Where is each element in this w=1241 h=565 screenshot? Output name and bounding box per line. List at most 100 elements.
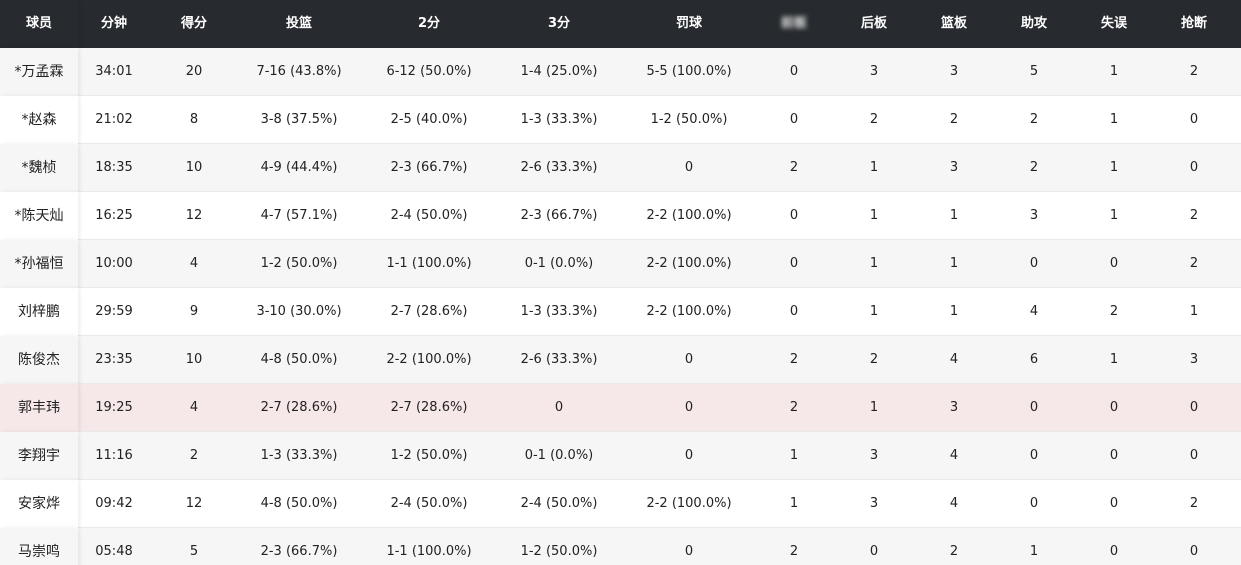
cell-points: 5 [189,544,199,559]
cell-oreb: 2 [789,544,799,559]
cell-two: 1-1 (100.0%) [386,256,472,271]
cell-stl: 2 [1189,496,1199,511]
player-name[interactable]: 刘梓鹏 [0,288,78,336]
cell-three: 0 [554,400,564,415]
cell-points: 20 [185,64,203,79]
column-header-label: 3分 [547,16,571,31]
cell-two: 6-12 (50.0%) [386,64,472,79]
table-row[interactable]: 郭丰玮 19:25 4 2-7 (28.6%) 2-7 (28.6%) 0 0 2 1 3 0 0 0 [0,384,1241,432]
cell-three: 1-4 (25.0%) [520,64,598,79]
cell-tov: 1 [1109,352,1119,367]
cell-ft: 2-2 (100.0%) [646,208,732,223]
cell-tov: 1 [1109,208,1119,223]
box-score-table: 球员 分钟 得分 投篮 2分 3分 罚球 前板 后板 篮板 助攻 失误 抢断 *万孟霖 34:01 20 7-… [0,0,1241,565]
column-header-ast[interactable]: 助攻 [994,0,1074,48]
cell-oreb: 0 [789,64,799,79]
column-header-three[interactable]: 3分 [494,0,624,48]
column-header-ft[interactable]: 罚球 [624,0,754,48]
player-name[interactable]: 安家烨 [0,480,78,528]
cell-minutes: 11:16 [95,448,133,463]
cell-tov: 1 [1109,64,1119,79]
table-row[interactable]: 陈俊杰 23:35 10 4-8 (50.0%) 2-2 (100.0%) 2-6 (33… [0,336,1241,384]
column-header-label: 投篮 [285,16,312,31]
player-name[interactable]: *魏桢 [0,144,78,192]
cell-tov: 0 [1109,448,1119,463]
cell-dreb: 3 [869,448,879,463]
cell-minutes: 19:25 [95,400,133,415]
player-name[interactable]: *孙福恒 [0,240,78,288]
cell-two: 2-3 (66.7%) [390,160,468,175]
column-header-oreb[interactable]: 前板 [754,0,834,48]
cell-minutes: 16:25 [95,208,133,223]
table-row[interactable]: *万孟霖 34:01 20 7-16 (43.8%) 6-12 (50.0%) 1-4 (… [0,48,1241,96]
column-header-points[interactable]: 得分 [154,0,234,48]
player-name[interactable]: *陈天灿 [0,192,78,240]
cell-ft: 2-2 (100.0%) [646,496,732,511]
cell-tov: 0 [1109,544,1119,559]
table-row[interactable]: *孙福恒 10:00 4 1-2 (50.0%) 1-1 (100.0%) 0-1 (0.… [0,240,1241,288]
column-header-tov[interactable]: 失误 [1074,0,1154,48]
table-row[interactable]: *赵森 21:02 8 3-8 (37.5%) 2-5 (40.0%) 1-3 (33.3… [0,96,1241,144]
table-row[interactable]: 安家烨 09:42 12 4-8 (50.0%) 2-4 (50.0%) 2-4 (50.… [0,480,1241,528]
cell-fg: 2-3 (66.7%) [260,544,338,559]
cell-three: 2-6 (33.3%) [520,352,598,367]
cell-reb: 1 [949,304,959,319]
cell-ast: 2 [1029,160,1039,175]
player-name[interactable]: 陈俊杰 [0,336,78,384]
cell-reb: 4 [949,352,959,367]
cell-ast: 0 [1029,496,1039,511]
cell-ft: 0 [684,160,694,175]
player-name[interactable]: *赵森 [0,96,78,144]
cell-oreb: 0 [789,256,799,271]
column-header-fg[interactable]: 投篮 [234,0,364,48]
column-header-stl[interactable]: 抢断 [1147,0,1241,48]
column-header-label: 后板 [860,16,887,31]
cell-points: 9 [189,304,199,319]
player-name[interactable]: 马崇鸣 [0,528,78,565]
column-header-player[interactable]: 球员 [0,0,78,48]
cell-stl: 1 [1189,304,1199,319]
cell-tov: 0 [1109,496,1119,511]
column-header-reb[interactable]: 篮板 [914,0,994,48]
cell-ast: 2 [1029,112,1039,127]
cell-tov: 1 [1109,112,1119,127]
cell-three: 2-3 (66.7%) [520,208,598,223]
table-row[interactable]: 李翔宇 11:16 2 1-3 (33.3%) 1-2 (50.0%) 0-1 (0.0%… [0,432,1241,480]
cell-stl: 0 [1189,160,1199,175]
cell-stl: 2 [1189,64,1199,79]
table-row[interactable]: *魏桢 18:35 10 4-9 (44.4%) 2-3 (66.7%) 2-6 (33.… [0,144,1241,192]
cell-ast: 1 [1029,544,1039,559]
cell-dreb: 1 [869,160,879,175]
table-row[interactable]: *陈天灿 16:25 1 2 4-7 (57.1%) 2-4 (50.0%) 2-3 (66… [0,192,1241,240]
cell-stl: 2 [1189,208,1199,223]
player-name[interactable]: *万孟霖 [0,48,78,96]
table-row[interactable]: 马崇鸣 05:48 5 2-3 (66.7%) 1-1 (100.0%) 1-2 (50.… [0,528,1241,565]
column-header-two[interactable]: 2分 [364,0,494,48]
cell-fg: 3-8 (37.5%) [260,112,338,127]
cell-two: 2-4 (50.0%) [390,208,468,223]
player-name[interactable]: 李翔宇 [0,432,78,480]
cell-ft: 2-2 (100.0%) [646,256,732,271]
cell-ft: 0 [684,352,694,367]
cell-fg: 1-3 (33.3%) [260,448,338,463]
cell-ft: 1-2 (50.0%) [650,112,728,127]
cell-reb: 1 [949,256,959,271]
cell-reb: 2 [949,544,959,559]
cell-minutes: 10:00 [95,256,133,271]
column-header-minutes[interactable]: 分钟 [79,0,149,48]
cell-two: 2-7 (28.6%) [390,304,468,319]
column-header-dreb[interactable]: 后板 [834,0,914,48]
cell-two: 1-2 (50.0%) [390,448,468,463]
cell-tov: 2 [1109,304,1119,319]
player-name[interactable]: 郭丰玮 [0,384,78,432]
cell-dreb: 1 [869,304,879,319]
cell-minutes: 34:01 [95,64,133,79]
cell-reb: 3 [949,160,959,175]
cell-points: 12 [185,496,203,511]
cell-dreb: 3 [869,496,879,511]
cell-reb: 3 [949,64,959,79]
cell-points: 4 [189,256,199,271]
cell-three: 1-2 (50.0%) [520,544,598,559]
table-row[interactable]: 刘梓鹏 29:59 9 3-10 (30.0%) 2-7 (28.6%) 1-3 (33.… [0,288,1241,336]
cell-fg: 4-7 (57.1%) [260,208,338,223]
